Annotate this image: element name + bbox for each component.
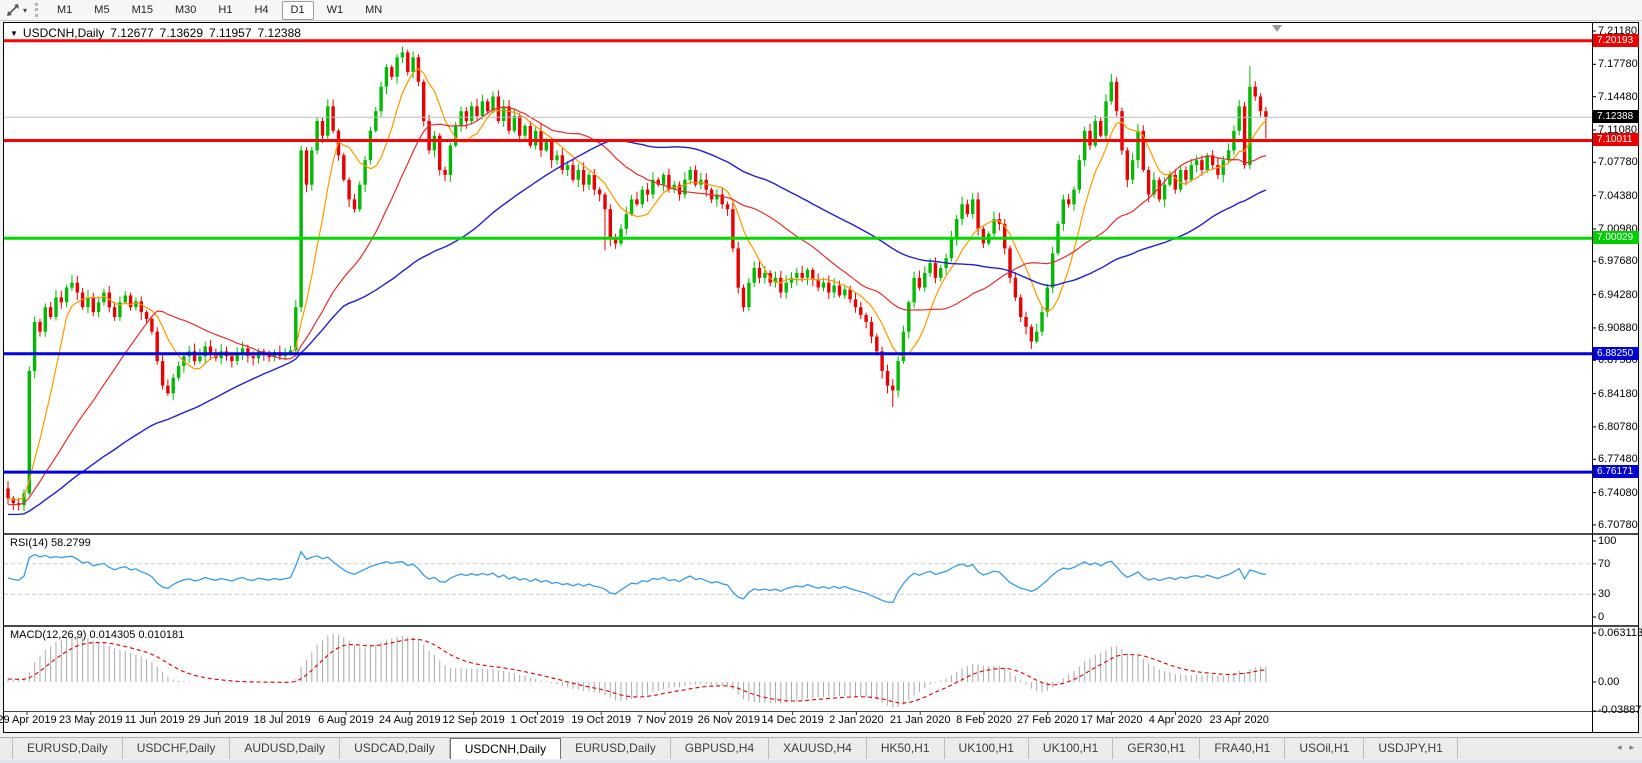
chart-tab-USDCHF-Daily[interactable]: USDCHF,Daily bbox=[123, 738, 231, 759]
price-tick-label: 6.70780 bbox=[1598, 519, 1638, 531]
price-tick-label: 6.77480 bbox=[1598, 453, 1638, 465]
tab-scroll-left-icon[interactable]: ◂ bbox=[1617, 742, 1622, 752]
macd-label: MACD(12,26,9) 0.014305 0.010181 bbox=[10, 629, 184, 641]
chart-tab-FRA40-H1[interactable]: FRA40,H1 bbox=[1200, 738, 1285, 759]
chart-tab-USDCAD-Daily[interactable]: USDCAD,Daily bbox=[340, 738, 450, 759]
timeframe-button-W1[interactable]: W1 bbox=[318, 1, 353, 20]
price-tick-label: 7.04380 bbox=[1598, 190, 1638, 202]
window-menu-icon[interactable]: ▼ bbox=[10, 29, 18, 38]
timeframe-button-M5[interactable]: M5 bbox=[85, 1, 118, 20]
chart-canvas bbox=[4, 23, 1638, 732]
timeframe-button-M1[interactable]: M1 bbox=[48, 1, 81, 20]
ohlc-open: 7.12677 bbox=[110, 26, 153, 40]
chart-tab-XAUUSD-H4[interactable]: XAUUSD,H4 bbox=[769, 738, 867, 759]
ohlc-high: 7.13629 bbox=[160, 26, 203, 40]
timeframe-button-MN[interactable]: MN bbox=[356, 1, 391, 20]
timeframe-button-H1[interactable]: H1 bbox=[209, 1, 241, 20]
price-line-badge: 7.00029 bbox=[1593, 231, 1639, 244]
rsi-label: RSI(14) 58.2799 bbox=[10, 537, 91, 549]
price-tick-label: 6.80780 bbox=[1598, 421, 1638, 433]
price-line-badge: 7.20193 bbox=[1593, 34, 1639, 47]
price-tick-label: 7.07780 bbox=[1598, 156, 1638, 168]
chart-window[interactable]: ▼ USDCNH,Daily 7.12677 7.13629 7.11957 7.1238… bbox=[3, 22, 1639, 733]
ohlc-close: 7.12388 bbox=[258, 26, 301, 40]
ohlc-low: 7.11957 bbox=[209, 26, 252, 40]
price-tick-label: 6.94280 bbox=[1598, 289, 1638, 301]
chart-tab-AUDUSD-Daily[interactable]: AUDUSD,Daily bbox=[230, 738, 340, 759]
tab-nav: ◂▸ bbox=[1609, 742, 1634, 753]
tool-dropdown-icon[interactable]: ▾ bbox=[23, 6, 27, 15]
rsi-level-label: 100 bbox=[1598, 535, 1616, 547]
chart-symbol: USDCNH,Daily bbox=[23, 26, 104, 40]
timeframe-button-M15[interactable]: M15 bbox=[123, 1, 162, 20]
chart-tab-USDJPY-H1[interactable]: USDJPY,H1 bbox=[1364, 738, 1457, 759]
chart-tab-EURUSD-Daily[interactable]: EURUSD,Daily bbox=[561, 738, 671, 759]
price-line-badge: 6.88250 bbox=[1593, 347, 1639, 360]
toolbar-grip[interactable] bbox=[35, 3, 39, 17]
chart-tab-EURUSD-Daily[interactable]: EURUSD,Daily bbox=[12, 738, 123, 759]
price-tick-label: 6.90880 bbox=[1598, 322, 1638, 334]
chart-tab-USDCNH-Daily[interactable]: USDCNH,Daily bbox=[450, 738, 561, 759]
price-tick-label: 6.84180 bbox=[1598, 388, 1638, 400]
price-tick-label: 6.74080 bbox=[1598, 487, 1638, 499]
chart-tab-bar: EURUSD,DailyUSDCHF,DailyAUDUSD,DailyUSDC… bbox=[0, 737, 1642, 759]
chart-tab-USOil-H1[interactable]: USOil,H1 bbox=[1285, 738, 1364, 759]
mt4-terminal: { "toolbar": { "timeframes": ["M1","M5",… bbox=[0, 0, 1642, 763]
tab-scroll-right-icon[interactable]: ▸ bbox=[1629, 742, 1634, 752]
price-tick-label: 7.14480 bbox=[1598, 91, 1638, 103]
chart-tab-HK50-H1[interactable]: HK50,H1 bbox=[867, 738, 945, 759]
price-line-badge: 7.10011 bbox=[1593, 133, 1639, 146]
chart-title: ▼ USDCNH,Daily 7.12677 7.13629 7.11957 7.1238… bbox=[10, 26, 301, 40]
rsi-level-label: 0 bbox=[1598, 611, 1604, 623]
crosshair-tool-icon[interactable] bbox=[5, 2, 21, 18]
timeframe-button-D1[interactable]: D1 bbox=[282, 1, 314, 20]
price-line-badge: 6.76171 bbox=[1593, 465, 1639, 478]
price-tick-label: 7.17780 bbox=[1598, 58, 1638, 70]
top-toolbar: ▾ M1M5 M15M30H1H4 D1W1MN bbox=[0, 0, 1642, 21]
chart-tab-GBPUSD-H4[interactable]: GBPUSD,H4 bbox=[671, 738, 769, 759]
timeframe-button-group: M1M5 M15M30H1H4 D1W1MN bbox=[46, 1, 393, 20]
chart-tab-UK100-H1[interactable]: UK100,H1 bbox=[945, 738, 1029, 759]
price-tick-label: 6.97680 bbox=[1598, 255, 1638, 267]
rsi-level-label: 30 bbox=[1598, 588, 1610, 600]
chart-tab-UK100-H1[interactable]: UK100,H1 bbox=[1029, 738, 1113, 759]
rsi-level-label: 70 bbox=[1598, 558, 1610, 570]
date-label: 23 Apr 2020 bbox=[1197, 714, 1281, 726]
chart-tab-GER30-H1[interactable]: GER30,H1 bbox=[1113, 738, 1200, 759]
timeframe-button-H4[interactable]: H4 bbox=[245, 1, 277, 20]
macd-level-label: 0.00 bbox=[1598, 676, 1619, 688]
timeframe-button-M30[interactable]: M30 bbox=[166, 1, 205, 20]
macd-level-label: 0.063113 bbox=[1598, 627, 1642, 639]
macd-level-label: -0.038872 bbox=[1598, 704, 1642, 716]
current-price-badge: 7.12388 bbox=[1593, 110, 1639, 123]
